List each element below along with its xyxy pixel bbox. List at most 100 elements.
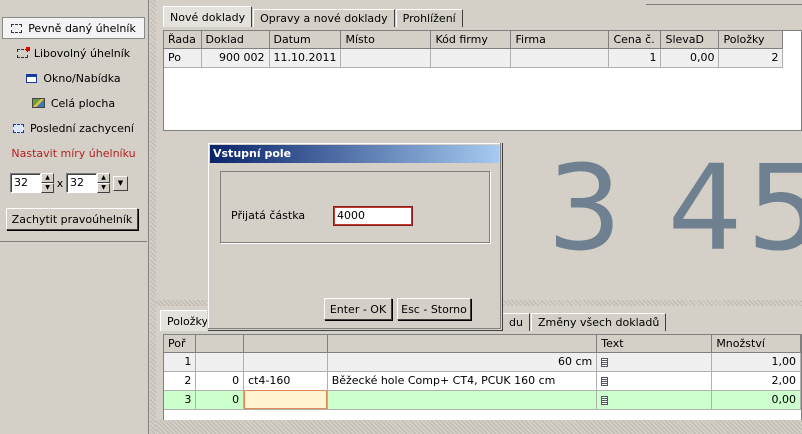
column-header[interactable] xyxy=(195,335,245,353)
capture-modes: Pevně daný úhelník Libovolný úhelník Okn… xyxy=(0,0,147,242)
cell-name[interactable]: Běžecké hole Comp+ CT4, PCUK 160 cm xyxy=(327,371,598,391)
cell-discount[interactable]: 0,00 xyxy=(660,48,720,68)
mode-label: Pevně daný úhelník xyxy=(28,21,136,35)
spin-up-icon[interactable]: ▲ xyxy=(41,173,54,183)
mode-window[interactable]: Okno/Nabídka xyxy=(2,67,145,89)
column-header[interactable]: Doklad xyxy=(201,31,270,49)
cell-date[interactable]: 11.10.2011 xyxy=(269,48,342,68)
input-dialog: Vstupní pole Přijatá částka 4000 Enter -… xyxy=(207,142,502,330)
mode-desktop[interactable]: Celá plocha xyxy=(2,92,145,114)
spin-down-icon[interactable]: ▼ xyxy=(97,183,110,193)
received-amount-input[interactable]: 4000 xyxy=(333,206,413,226)
cell-place[interactable] xyxy=(340,48,432,68)
dialog-title: Vstupní pole xyxy=(210,145,499,163)
cell-items[interactable]: 2 xyxy=(718,48,784,68)
cell-code-editing[interactable] xyxy=(243,390,328,410)
width-spinner[interactable]: ▲ ▼ xyxy=(41,173,54,193)
column-header[interactable]: Položky xyxy=(718,31,784,49)
tab-corrections[interactable]: Opravy a nové doklady xyxy=(253,9,395,27)
cell-qty-code[interactable]: 0 xyxy=(195,390,245,410)
mode-free-rect[interactable]: Libovolný úhelník xyxy=(2,42,145,64)
note-icon[interactable] xyxy=(601,395,609,405)
last-capture-icon xyxy=(13,123,25,133)
cell-amount[interactable]: 1,00 xyxy=(711,352,801,372)
height-input[interactable]: 32 xyxy=(66,173,97,193)
cell-company[interactable] xyxy=(510,48,610,68)
size-inputs: 32 ▲ ▼ x 32 ▲ ▼ ▼ xyxy=(10,173,128,193)
mode-label: Libovolný úhelník xyxy=(33,46,131,60)
cell-series[interactable]: Po xyxy=(164,48,202,68)
top-tabs: Nové doklady Opravy a nové doklady Prohl… xyxy=(163,6,464,27)
dialog-group: Přijatá částka 4000 xyxy=(220,171,490,243)
tab-all-changes[interactable]: Změny všech dokladů xyxy=(530,313,667,331)
cell-amount[interactable]: 2,00 xyxy=(711,371,801,391)
column-header[interactable]: Kód firmy xyxy=(430,31,512,49)
note-icon[interactable] xyxy=(601,357,609,367)
cell-qty-code[interactable] xyxy=(195,352,245,372)
mode-last-capture[interactable]: Poslední zachycení xyxy=(2,117,145,139)
desktop-icon xyxy=(31,98,45,108)
size-preset-dropdown[interactable]: ▼ xyxy=(113,175,128,191)
column-header[interactable]: Datum xyxy=(269,31,342,49)
window-icon xyxy=(26,73,38,83)
width-input[interactable]: 32 xyxy=(10,173,41,193)
mode-label: Poslední zachycení xyxy=(30,121,134,135)
height-spinner[interactable]: ▲ ▼ xyxy=(97,173,110,193)
cell-order[interactable]: 1 xyxy=(164,352,197,372)
table-row[interactable]: 2 0 ct4-160 Běžecké hole Comp+ CT4, PCUK… xyxy=(164,371,801,391)
table-header-row: Řada Doklad Datum Místo Kód firmy Firma … xyxy=(164,31,784,49)
cell-order[interactable]: 2 xyxy=(164,371,197,391)
cell-name[interactable] xyxy=(327,390,598,410)
grab-rectangle-button[interactable]: Zachytit pravoúhelník xyxy=(6,208,138,230)
cell-document[interactable]: 900 002 xyxy=(201,48,270,68)
cell-text[interactable] xyxy=(596,371,713,391)
cell-company-code[interactable] xyxy=(430,48,512,68)
column-header[interactable]: Místo xyxy=(340,31,432,49)
cell-name[interactable]: 60 cm xyxy=(327,352,598,372)
documents-table: Řada Doklad Datum Místo Kód firmy Firma … xyxy=(164,31,784,68)
column-header[interactable]: Poř xyxy=(164,335,197,353)
column-header[interactable]: SlevaD xyxy=(660,31,720,49)
column-header[interactable]: Cena č. xyxy=(608,31,662,49)
cell-text[interactable] xyxy=(596,390,713,410)
column-header[interactable]: Množství xyxy=(711,335,801,353)
cell-price-no[interactable]: 1 xyxy=(608,48,662,68)
cell-amount[interactable]: 0,00 xyxy=(711,390,801,410)
documents-grid: Řada Doklad Datum Místo Kód firmy Firma … xyxy=(163,30,802,131)
mode-fixed-rect[interactable]: Pevně daný úhelník xyxy=(2,17,145,39)
chevron-down-icon: ▼ xyxy=(117,178,124,187)
column-header[interactable] xyxy=(243,335,328,353)
free-rect-icon xyxy=(16,46,30,58)
ok-button[interactable]: Enter - OK xyxy=(324,298,392,320)
tab-browse[interactable]: Prohlížení xyxy=(395,9,463,27)
bottom-hatch xyxy=(156,420,802,434)
items-grid: Poř Text Množství 1 60 cm 1,00 2 0 ct4-1… xyxy=(163,334,802,434)
column-header[interactable] xyxy=(327,335,598,353)
cell-order[interactable]: 3 xyxy=(164,390,197,410)
top-strip xyxy=(646,0,802,5)
size-title: Nastavit míry úhelníku xyxy=(11,147,136,160)
column-header[interactable]: Firma xyxy=(510,31,610,49)
table-row[interactable]: Po 900 002 11.10.2011 1 0,00 2 xyxy=(164,48,784,68)
table-row[interactable]: 3 0 0,00 xyxy=(164,390,801,410)
tab-documents-partial[interactable]: du xyxy=(502,313,530,331)
vertical-splitter[interactable] xyxy=(150,0,156,434)
tab-new-documents[interactable]: Nové doklady xyxy=(163,6,253,27)
big-total-display: 3 45 xyxy=(547,139,802,277)
column-header[interactable]: Text xyxy=(596,335,713,353)
spin-down-icon[interactable]: ▼ xyxy=(41,183,54,193)
capture-panel-footer xyxy=(0,243,147,434)
table-row[interactable]: 1 60 cm 1,00 xyxy=(164,352,801,372)
cell-text[interactable] xyxy=(596,352,713,372)
bottom-tabs-right: du Změny všech dokladů xyxy=(502,310,667,331)
column-header[interactable]: Řada xyxy=(164,31,202,49)
received-amount-label: Přijatá částka xyxy=(231,209,306,222)
note-icon[interactable] xyxy=(601,376,609,386)
cell-code[interactable] xyxy=(243,352,328,372)
cell-code[interactable]: ct4-160 xyxy=(243,371,328,391)
spin-up-icon[interactable]: ▲ xyxy=(97,173,110,183)
cancel-button[interactable]: Esc - Storno xyxy=(397,298,471,320)
cell-qty-code[interactable]: 0 xyxy=(195,371,245,391)
fixed-rect-icon xyxy=(11,23,23,33)
times-sign: x xyxy=(56,176,64,190)
